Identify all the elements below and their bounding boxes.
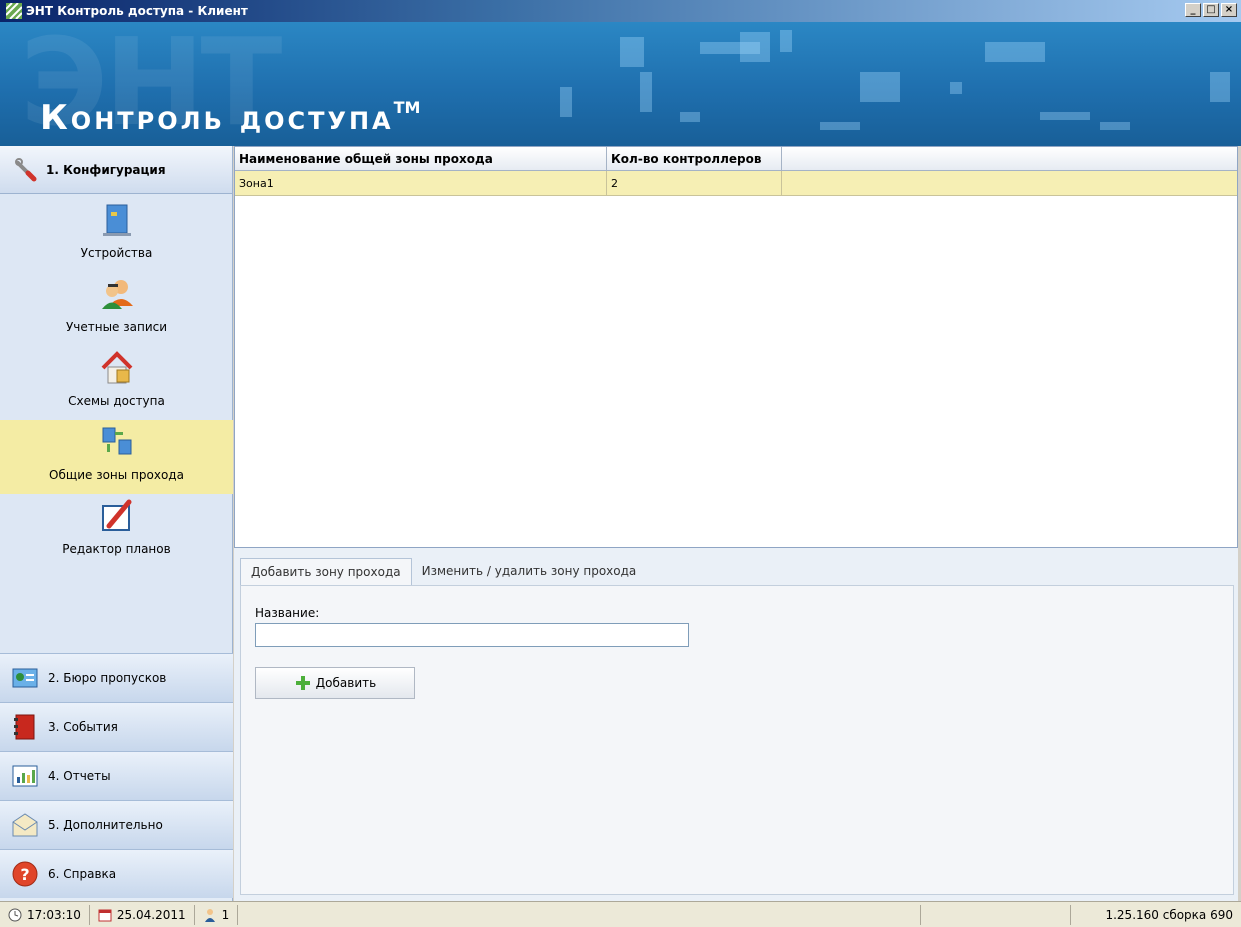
reports-chart-icon — [12, 765, 38, 787]
svg-text:?: ? — [20, 865, 29, 884]
sidebar-section-additional[interactable]: 5. Дополнительно — [0, 800, 233, 849]
name-label: Название: — [255, 606, 320, 620]
sidebar-section-help[interactable]: ? 6. Справка — [0, 849, 233, 898]
calendar-icon — [98, 909, 112, 921]
column-header-controllers[interactable]: Кол-во контроллеров — [607, 147, 782, 170]
sidebar-item-devices[interactable]: Устройства — [0, 198, 233, 272]
status-users: 1 — [195, 904, 239, 925]
sidebar-section-label: 3. События — [48, 720, 118, 734]
app-banner: ЭНТ Контроль доступаTM — [0, 22, 1241, 146]
cell-zone-name: Зона1 — [235, 171, 607, 195]
minimize-button[interactable]: _ — [1185, 3, 1201, 17]
zone-name-input[interactable] — [255, 623, 689, 647]
sidebar-item-common-zones[interactable]: Общие зоны прохода — [0, 420, 233, 494]
house-lock-icon — [101, 351, 132, 384]
table-header: Наименование общей зоны прохода Кол-во к… — [235, 147, 1237, 171]
add-button-label: Добавить — [315, 676, 377, 690]
sidebar-section-events[interactable]: 3. События — [0, 702, 233, 751]
envelope-icon — [12, 813, 38, 837]
status-bar: 17:03:10 25.04.2011 1 1.25.160 сборка 69… — [0, 901, 1241, 927]
user-icon — [204, 908, 215, 922]
sidebar-sections: 2. Бюро пропусков 3. События 4. Отчеты 5… — [0, 653, 233, 898]
status-date: 25.04.2011 — [90, 904, 195, 925]
tab-add-zone[interactable]: Добавить зону прохода — [240, 558, 412, 586]
app-icon — [6, 3, 22, 19]
users-count: 1 — [221, 907, 230, 922]
tab-edit-delete-zone[interactable]: Изменить / удалить зону прохода — [412, 558, 647, 586]
network-zones-icon — [102, 427, 131, 455]
form-tabs: Добавить зону прохода Изменить / удалить… — [240, 558, 646, 586]
cell-controllers: 2 — [607, 171, 782, 195]
events-book-icon — [14, 714, 35, 740]
column-header-zone-name[interactable]: Наименование общей зоны прохода — [235, 147, 607, 170]
table-row[interactable]: Зона1 2 — [235, 171, 1237, 196]
server-icon — [102, 204, 131, 236]
sidebar-item-label: Учетные записи — [65, 320, 168, 334]
sidebar-item-access-schemes[interactable]: Схемы доступа — [0, 346, 233, 420]
version-value: 1.25.160 сборка 690 — [1105, 907, 1233, 922]
status-version: 1.25.160 сборка 690 — [1071, 905, 1241, 925]
sidebar-section-pass-office[interactable]: 2. Бюро пропусков — [0, 653, 233, 702]
sidebar-section-label: 6. Справка — [48, 867, 117, 881]
date-value: 25.04.2011 — [116, 907, 186, 922]
zone-form-panel: Добавить зону прохода Изменить / удалить… — [234, 548, 1238, 901]
status-spacer-2 — [921, 904, 1071, 925]
sidebar: 1. Конфигурация Устройства Учетные запис… — [0, 146, 233, 901]
configuration-items: Устройства Учетные записи Схемы доступа — [0, 194, 233, 654]
sidebar-section-label: 2. Бюро пропусков — [48, 671, 167, 685]
cell-empty — [782, 171, 1237, 195]
wrench-icon — [15, 157, 37, 181]
status-spacer — [238, 904, 921, 925]
sidebar-item-label: Редактор планов — [62, 542, 171, 556]
column-header-empty[interactable] — [782, 147, 1237, 170]
sidebar-item-label: Общие зоны прохода — [49, 468, 184, 482]
window-title: ЭНТ Контроль доступа - Клиент — [26, 4, 248, 18]
plan-editor-icon — [101, 499, 131, 531]
zones-table: Наименование общей зоны прохода Кол-во к… — [234, 146, 1238, 548]
add-button[interactable]: Добавить — [255, 667, 415, 699]
plus-icon — [295, 676, 310, 690]
sidebar-section-reports[interactable]: 4. Отчеты — [0, 751, 233, 800]
id-card-icon — [12, 668, 38, 688]
help-icon: ? — [12, 861, 38, 887]
clock-icon — [8, 908, 22, 921]
tab-content: Название: Добавить — [240, 585, 1234, 895]
sidebar-section-configuration[interactable]: 1. Конфигурация — [0, 146, 232, 194]
sidebar-section-label: 5. Дополнительно — [48, 818, 163, 832]
app-logo: Контроль доступаTM — [40, 98, 421, 138]
close-button[interactable]: × — [1221, 3, 1237, 17]
sidebar-section-title: 1. Конфигурация — [46, 162, 166, 177]
sidebar-item-label: Устройства — [80, 246, 153, 260]
maximize-button[interactable]: □ — [1203, 3, 1219, 17]
sidebar-item-plan-editor[interactable]: Редактор планов — [0, 494, 233, 568]
sidebar-item-label: Схемы доступа — [68, 394, 165, 408]
title-bar[interactable]: ЭНТ Контроль доступа - Клиент _ □ × — [0, 0, 1241, 22]
sidebar-item-accounts[interactable]: Учетные записи — [0, 272, 233, 346]
time-value: 17:03:10 — [27, 907, 81, 922]
status-time: 17:03:10 — [0, 904, 90, 925]
users-icon — [101, 280, 133, 309]
sidebar-section-label: 4. Отчеты — [48, 769, 111, 783]
